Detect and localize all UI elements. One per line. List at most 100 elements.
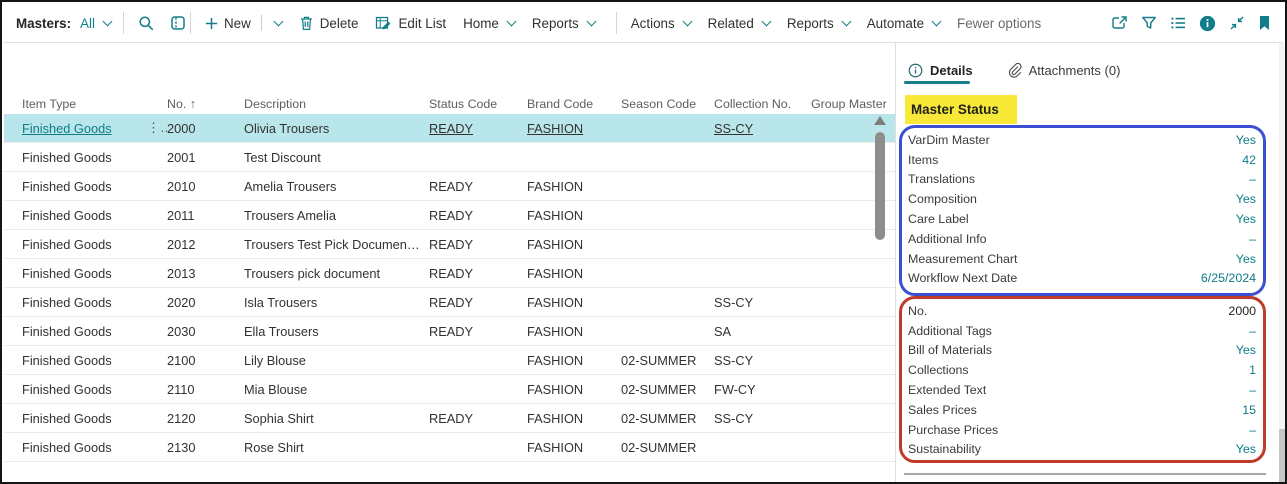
- share-icon[interactable]: [1111, 15, 1128, 31]
- cell-item-type[interactable]: Finished Goods: [22, 295, 147, 310]
- info-icon[interactable]: [1199, 15, 1216, 32]
- cell-description[interactable]: Trousers pick document: [244, 266, 429, 281]
- pane-scrollbar-thumb[interactable]: [1279, 429, 1286, 484]
- field-value[interactable]: Yes: [1236, 192, 1256, 206]
- pane-scrollbar-track[interactable]: [1279, 43, 1286, 484]
- cell-item-type[interactable]: Finished Goods: [22, 150, 147, 165]
- reports-menu-2[interactable]: Reports: [787, 16, 850, 31]
- cell-brand-code[interactable]: FASHION: [527, 440, 621, 455]
- cell-collection-no[interactable]: SS-CY: [714, 295, 811, 310]
- table-row[interactable]: Finished Goods 2020Isla TrousersREADYFASH…: [4, 288, 895, 317]
- cell-collection-no[interactable]: SA: [714, 324, 811, 339]
- cell-description[interactable]: Sophia Shirt: [244, 411, 429, 426]
- analyze-icon[interactable]: [170, 15, 186, 31]
- cell-collection-no[interactable]: SS-CY: [714, 411, 811, 426]
- cell-season-code[interactable]: 02-SUMMER: [621, 411, 714, 426]
- cell-no[interactable]: 2013: [167, 266, 244, 281]
- cell-description[interactable]: Ella Trousers: [244, 324, 429, 339]
- cell-status-code[interactable]: READY: [429, 411, 527, 426]
- cell-collection-no[interactable]: SS-CY: [714, 353, 811, 368]
- cell-description[interactable]: Mia Blouse: [244, 382, 429, 397]
- column-header-no[interactable]: No. ↑: [167, 97, 244, 111]
- delete-button[interactable]: Delete: [299, 15, 359, 31]
- cell-item-type[interactable]: Finished Goods: [22, 382, 147, 397]
- cell-brand-code[interactable]: FASHION: [527, 324, 621, 339]
- cell-no[interactable]: 2011: [167, 208, 244, 223]
- field-value[interactable]: Yes: [1236, 133, 1256, 147]
- column-header-status-code[interactable]: Status Code: [429, 97, 527, 111]
- cell-brand-code[interactable]: FASHION: [527, 266, 621, 281]
- cell-no[interactable]: 2030: [167, 324, 244, 339]
- cell-brand-code[interactable]: FASHION: [527, 411, 621, 426]
- reports-menu[interactable]: Reports: [532, 16, 595, 31]
- cell-no[interactable]: 2012: [167, 237, 244, 252]
- cell-no[interactable]: 2110: [167, 382, 244, 397]
- field-value[interactable]: –: [1249, 232, 1256, 246]
- cell-description[interactable]: Olivia Trousers: [244, 121, 429, 136]
- cell-season-code[interactable]: 02-SUMMER: [621, 353, 714, 368]
- cell-description[interactable]: Isla Trousers: [244, 295, 429, 310]
- field-value[interactable]: 6/25/2024: [1201, 271, 1256, 285]
- table-row[interactable]: Finished Goods2030Ella TrousersREADYFASH…: [4, 317, 895, 346]
- cell-item-type[interactable]: Finished Goods: [22, 208, 147, 223]
- table-row[interactable]: Finished Goods2130Rose ShirtFASHION02-SU…: [4, 433, 895, 462]
- actions-menu[interactable]: Actions: [631, 16, 691, 31]
- cell-brand-code[interactable]: FASHION: [527, 208, 621, 223]
- field-value[interactable]: –: [1249, 172, 1256, 186]
- table-scrollbar-thumb[interactable]: [875, 132, 885, 240]
- cell-item-type[interactable]: Finished Goods: [22, 411, 147, 426]
- cell-item-type[interactable]: Finished Goods: [22, 324, 147, 339]
- cell-status-code[interactable]: READY: [429, 208, 527, 223]
- cell-item-type[interactable]: Finished Goods: [22, 266, 147, 281]
- cell-collection-no[interactable]: FW-CY: [714, 382, 811, 397]
- field-value[interactable]: –: [1249, 423, 1256, 437]
- field-value[interactable]: –: [1249, 324, 1256, 338]
- home-menu[interactable]: Home: [463, 16, 515, 31]
- cell-brand-code[interactable]: FASHION: [527, 237, 621, 252]
- column-header-season-code[interactable]: Season Code: [621, 97, 714, 111]
- table-row[interactable]: Finished Goods⋮2000Olivia TrousersREADYF…: [4, 114, 895, 143]
- field-value[interactable]: 15: [1242, 403, 1256, 417]
- row-menu-button[interactable]: ⋮: [147, 120, 167, 136]
- field-value[interactable]: Yes: [1236, 252, 1256, 266]
- cell-brand-code[interactable]: FASHION: [527, 382, 621, 397]
- field-value[interactable]: 1: [1249, 363, 1256, 377]
- edit-list-button[interactable]: Edit List: [375, 15, 446, 31]
- cell-item-type[interactable]: Finished Goods: [22, 179, 147, 194]
- cell-no[interactable]: 2001: [167, 150, 244, 165]
- cell-no[interactable]: 2120: [167, 411, 244, 426]
- cell-description[interactable]: Amelia Trousers: [244, 179, 429, 194]
- cell-brand-code[interactable]: FASHION: [527, 353, 621, 368]
- cell-description[interactable]: Trousers Amelia: [244, 208, 429, 223]
- cell-description[interactable]: Lily Blouse: [244, 353, 429, 368]
- column-header-description[interactable]: Description: [244, 97, 429, 111]
- field-value[interactable]: 42: [1242, 153, 1256, 167]
- cell-no[interactable]: 2010: [167, 179, 244, 194]
- bookmark-icon[interactable]: [1258, 15, 1271, 31]
- field-value[interactable]: Yes: [1236, 343, 1256, 357]
- filter-icon[interactable]: [1141, 15, 1157, 31]
- related-menu[interactable]: Related: [708, 16, 770, 31]
- cell-no[interactable]: 2020: [167, 295, 244, 310]
- cell-status-code[interactable]: READY: [429, 295, 527, 310]
- field-value[interactable]: Yes: [1236, 212, 1256, 226]
- cell-collection-no[interactable]: SS-CY: [714, 121, 811, 136]
- cell-description[interactable]: Test Discount: [244, 150, 429, 165]
- tab-details[interactable]: Details: [908, 63, 973, 78]
- table-row[interactable]: Finished Goods 2110Mia Blouse FASHION02-SU…: [4, 375, 895, 404]
- search-icon[interactable]: [138, 15, 154, 31]
- cell-no[interactable]: 2000: [167, 121, 244, 136]
- list-view-icon[interactable]: [1170, 15, 1186, 31]
- cell-brand-code[interactable]: FASHION: [527, 295, 621, 310]
- cell-no[interactable]: 2100: [167, 353, 244, 368]
- cell-item-type[interactable]: Finished Goods: [22, 121, 147, 136]
- table-row[interactable]: Finished Goods2100Lily BlouseFASHION02-S…: [4, 346, 895, 375]
- cell-season-code[interactable]: 02-SUMMER: [621, 382, 714, 397]
- table-row[interactable]: Finished Goods 2011Trousers AmeliaREADYFA…: [4, 201, 895, 230]
- table-row[interactable]: Finished Goods2010Amelia TrousersREADYFA…: [4, 172, 895, 201]
- table-row[interactable]: Finished Goods 2013Trousers pick document…: [4, 259, 895, 288]
- fewer-options-button[interactable]: Fewer options: [957, 16, 1041, 31]
- cell-status-code[interactable]: READY: [429, 121, 527, 136]
- cell-status-code[interactable]: READY: [429, 179, 527, 194]
- cell-status-code[interactable]: READY: [429, 266, 527, 281]
